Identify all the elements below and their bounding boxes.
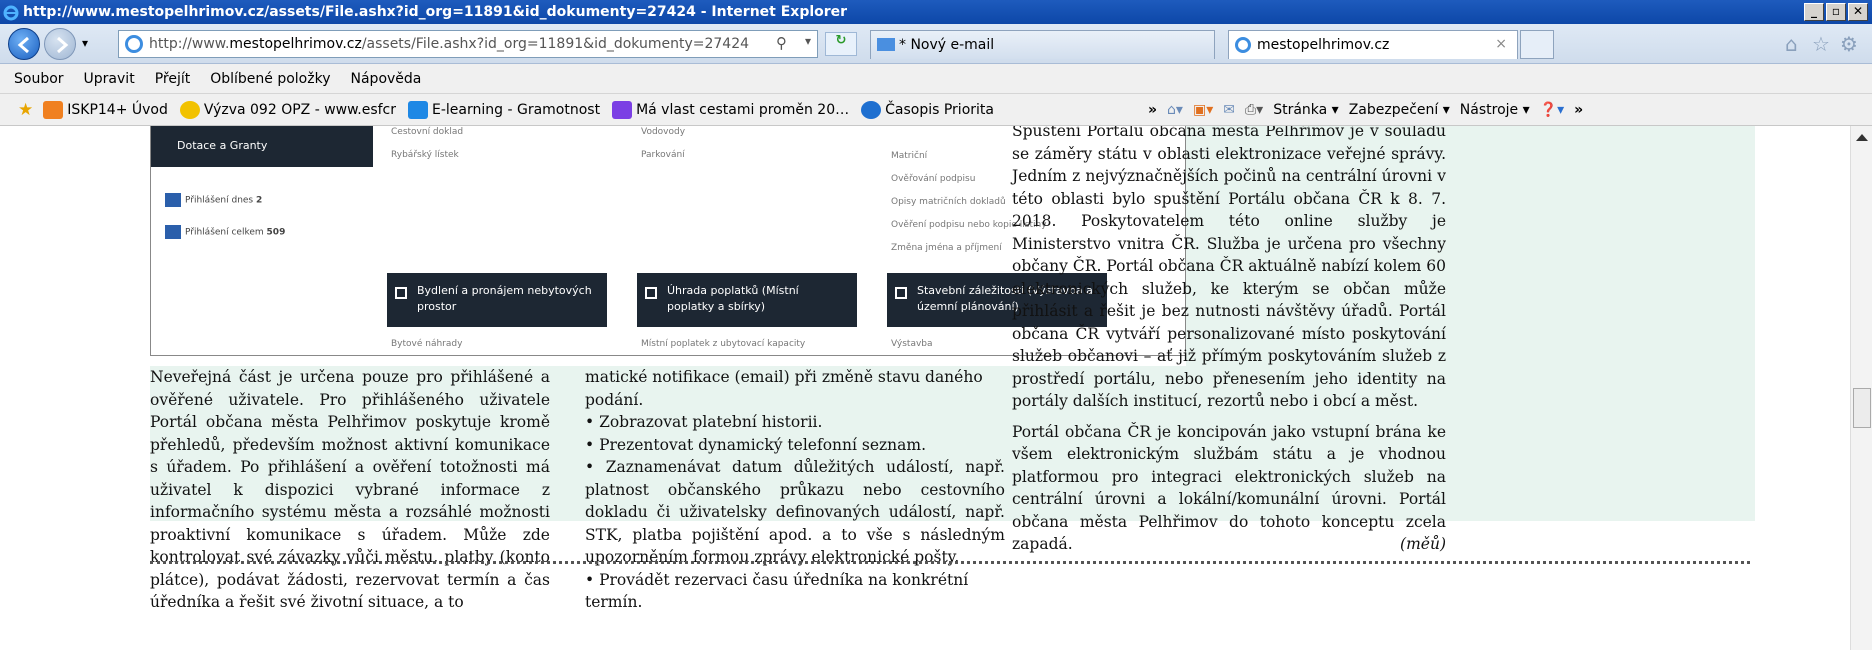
- history-dropdown-icon[interactable]: ▾: [82, 36, 88, 50]
- mail-icon: [877, 38, 895, 51]
- address-path: /assets/File.ashx?id_org=11891&id_dokume…: [361, 36, 750, 52]
- address-dropdown-icon[interactable]: ▾: [805, 34, 811, 48]
- favorites-star-icon[interactable]: ☆: [1812, 32, 1830, 56]
- navigation-bar: ▾ http://www. mestopelhrimov.cz/assets/Fi…: [0, 24, 1872, 64]
- mail-icon[interactable]: ✉: [1223, 102, 1235, 118]
- site-icon: [179, 100, 200, 119]
- scrollbar-thumb[interactable]: [1853, 388, 1871, 428]
- site-icon: [408, 100, 429, 119]
- favorites-bar: ★ ISKP14+ Úvod Výzva 092 OPZ - www.esfcr…: [0, 94, 1872, 126]
- minimize-button[interactable]: _: [1804, 3, 1824, 21]
- ie-tab-icon: [1235, 37, 1251, 53]
- favorite-link[interactable]: Časopis Priorita: [861, 100, 994, 119]
- refresh-button[interactable]: ↻: [825, 32, 857, 56]
- forward-arrow-icon: [57, 36, 69, 54]
- site-icon: [612, 100, 633, 119]
- back-button[interactable]: [8, 28, 40, 60]
- vertical-scrollbar[interactable]: [1850, 126, 1872, 650]
- favorite-link[interactable]: E-learning - Gramotnost: [408, 100, 600, 119]
- portal-category-box: Bydlení a pronájem nebytových prostor: [387, 273, 607, 327]
- favorite-link[interactable]: Výzva 092 OPZ - www.esfcr: [179, 100, 396, 119]
- chevron-more-icon[interactable]: »: [1574, 102, 1583, 118]
- ie-logo-icon: [3, 5, 19, 21]
- print-icon[interactable]: ⎙▾: [1245, 102, 1263, 118]
- tab-label: mestopelhrimov.cz: [1257, 37, 1390, 53]
- menu-favorites[interactable]: Oblíbené položky: [210, 71, 330, 87]
- home-icon[interactable]: ⌂: [1785, 32, 1798, 56]
- menu-security[interactable]: Zabezpečení ▾: [1349, 102, 1450, 118]
- command-bar: » ⌂▾ ▣▾ ✉ ⎙▾ Stránka ▾ Zabezpečení ▾ Nás…: [1148, 94, 1593, 126]
- portal-category-box: Úhrada poplatků (Místní poplatky a sbírk…: [637, 273, 857, 327]
- window-title: http://www.mestopelhrimov.cz/assets/File…: [23, 4, 848, 20]
- menu-file[interactable]: Soubor: [14, 71, 64, 87]
- scroll-up-icon[interactable]: [1856, 134, 1868, 141]
- portal-sidebar-button: Dotace a Granty: [151, 126, 373, 167]
- feeds-icon[interactable]: ▣▾: [1193, 102, 1213, 118]
- portal-list: Místní poplatek z ubytovací kapacity: [641, 339, 806, 349]
- tab-mestopelhrimov[interactable]: mestopelhrimov.cz ×: [1228, 30, 1518, 59]
- portal-list: Cestovní doklad Rybářský lístek: [391, 127, 464, 160]
- favorite-link[interactable]: ISKP14+ Úvod: [43, 100, 168, 119]
- tab-new-email[interactable]: * Nový e-mail: [870, 30, 1215, 59]
- site-icon: [861, 100, 882, 119]
- address-domain: mestopelhrimov.cz: [229, 36, 362, 52]
- portal-stat: Přihlášení celkem 509: [165, 225, 285, 239]
- address-bar[interactable]: http://www. mestopelhrimov.cz/assets/File…: [118, 30, 818, 58]
- tools-gear-icon[interactable]: ⚙: [1840, 32, 1858, 56]
- menu-bar: Soubor Upravit Přejít Oblíbené položky N…: [0, 64, 1872, 94]
- new-tab-button[interactable]: [1520, 30, 1554, 59]
- help-icon[interactable]: ❓▾: [1540, 102, 1564, 118]
- document-view: Dotace a Granty Přihlášení dnes 2 Přihlá…: [0, 126, 1872, 650]
- chevron-more-icon[interactable]: »: [1148, 102, 1157, 118]
- menu-tools[interactable]: Nástroje ▾: [1460, 102, 1530, 118]
- menu-help[interactable]: Nápověda: [351, 71, 422, 87]
- favorite-link[interactable]: Má vlast cestami proměn 20…: [612, 100, 849, 119]
- close-button[interactable]: ✕: [1848, 3, 1868, 21]
- tab-close-icon[interactable]: ×: [1495, 36, 1507, 52]
- dotted-separator: [150, 561, 1750, 564]
- ie-page-icon: [125, 35, 143, 53]
- home-icon[interactable]: ⌂▾: [1167, 102, 1183, 118]
- search-icon[interactable]: ⚲: [776, 34, 787, 52]
- article-column-3: Spuštění Portálu občana města Pelhřimov …: [1012, 126, 1446, 556]
- menu-go[interactable]: Přejít: [155, 71, 191, 87]
- window-titlebar: http://www.mestopelhrimov.cz/assets/File…: [0, 0, 1872, 24]
- address-prefix: http://www.: [149, 36, 230, 52]
- article-column-2: matické notifikace (email) při změně sta…: [585, 368, 1005, 611]
- portal-list: Bytové náhrady: [391, 339, 463, 349]
- menu-page[interactable]: Stránka ▾: [1273, 102, 1339, 118]
- back-arrow-icon: [17, 36, 29, 54]
- portal-sidebar: Dotace a Granty Přihlášení dnes 2 Přihlá…: [151, 126, 373, 355]
- site-icon: [43, 100, 64, 119]
- maximize-button[interactable]: ▫: [1826, 3, 1846, 21]
- menu-edit[interactable]: Upravit: [84, 71, 135, 87]
- tab-label: * Nový e-mail: [899, 37, 995, 53]
- forward-button[interactable]: [44, 28, 76, 60]
- portal-stat: Přihlášení dnes 2: [165, 193, 262, 207]
- article-column-1: Neveřejná část je určena pouze pro přihl…: [150, 368, 550, 611]
- portal-list: Vodovody Parkování: [641, 127, 686, 160]
- favorites-add-star-icon[interactable]: ★: [18, 100, 33, 120]
- portal-list: Výstavba: [891, 339, 933, 349]
- author-signature: (měů): [1400, 535, 1446, 553]
